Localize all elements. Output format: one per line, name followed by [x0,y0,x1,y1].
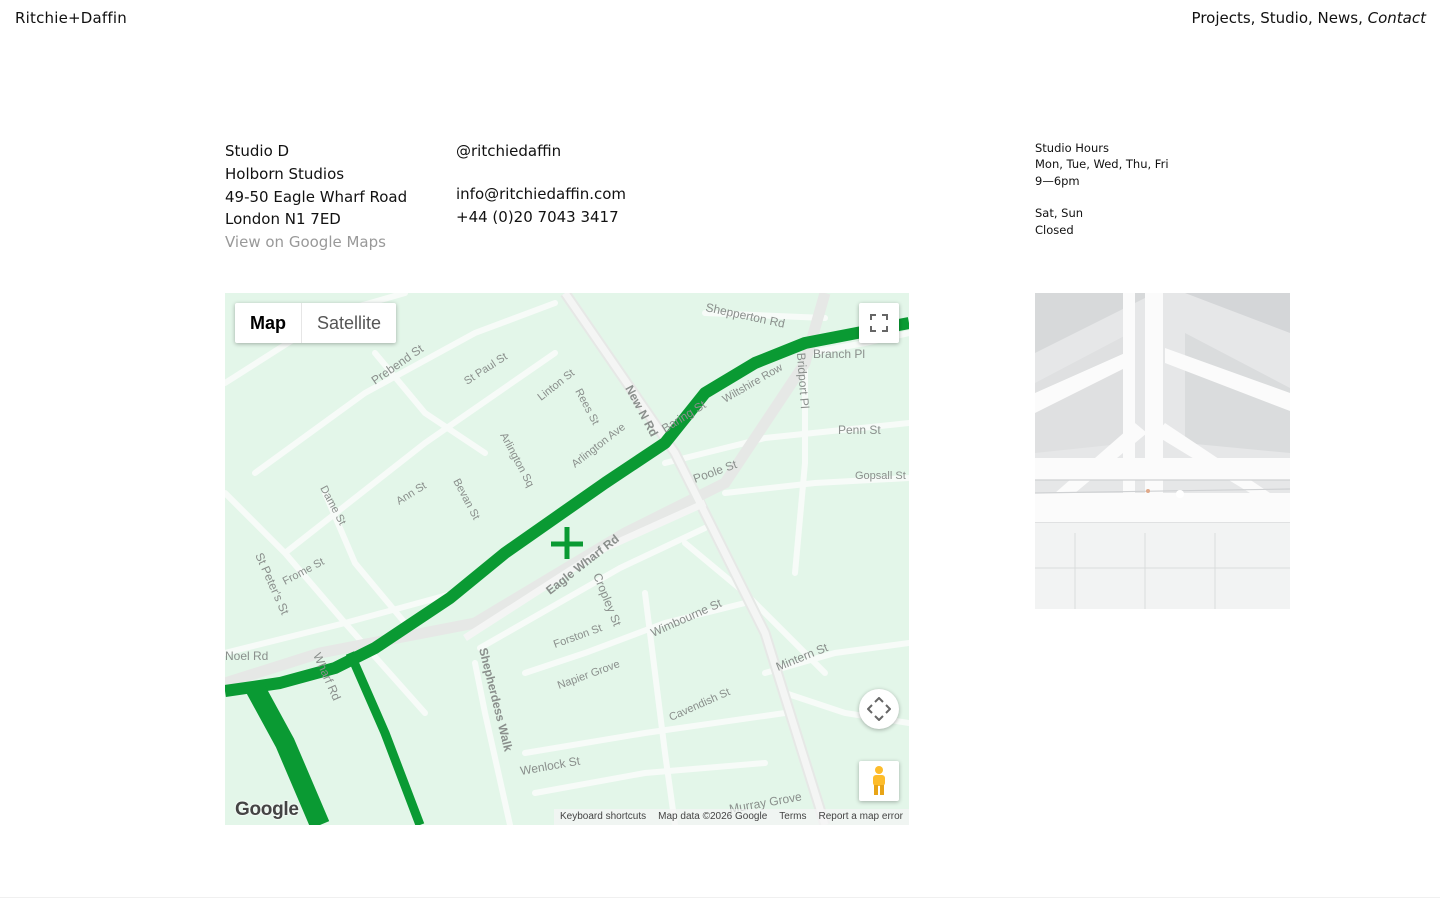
fullscreen-button[interactable] [859,303,899,343]
brand-logo[interactable]: Ritchie+Daffin [15,9,127,27]
street-label: Wimbourne St [649,596,725,640]
street-label: Cropley St [590,571,624,629]
map-attribution: Keyboard shortcuts Map data ©2026 Google… [553,809,909,825]
street-label: Gopsall St [855,470,906,482]
google-logo[interactable]: Google [235,799,299,821]
street-label: Branch Pl [813,347,865,361]
nav-projects[interactable]: Projects [1192,9,1251,27]
street-label: Linton St [535,367,577,403]
studio-address: Studio D Holborn Studios 49-50 Eagle Wha… [225,140,407,254]
address-line-3: 49-50 Eagle Wharf Road [225,187,408,206]
nav-contact[interactable]: Contact [1368,9,1426,27]
weekday-hours: 9—6pm [1035,173,1080,188]
street-label: Arlington Ave [569,421,627,470]
street-label: Shepperton Rd [704,300,786,330]
camera-pan-icon [867,697,891,721]
instagram-link[interactable]: @ritchiedaffin [456,140,626,163]
nav-studio[interactable]: Studio [1260,9,1308,27]
email-link[interactable]: info@ritchiedaffin.com [456,183,626,206]
street-label: Cavendish St [667,686,732,724]
street-label: Noel Rd [225,649,268,663]
weekend-hours: Closed [1035,222,1074,237]
camera-control-button[interactable] [859,689,899,729]
street-label: Baring St [659,397,709,435]
address-line-1: Studio D [225,142,290,160]
map-type-satellite-button[interactable]: Satellite [301,303,396,343]
nav-separator: , [1358,9,1368,27]
weekday-label: Mon, Tue, Wed, Thu, Fri [1035,157,1169,172]
street-label: New N Rd [622,383,661,439]
street-view-pegman-button[interactable] [859,761,899,801]
contact-details: @ritchiedaffin info@ritchiedaffin.com +4… [456,140,626,228]
street-label: St Paul St [462,351,510,388]
map-data-credit: Map data ©2026 Google [658,811,768,822]
map-type-control: Map Satellite [235,303,397,343]
street-label: Arlington Sq [497,431,536,490]
street-label: Ann St [394,480,428,508]
street-label: Penn St [838,423,881,437]
address-line-2: Holborn Studios [225,164,345,183]
map-tiles[interactable]: Shepperton Rd Branch Pl Bridport Pl Penn… [225,293,909,825]
street-label: Napier Grove [556,658,622,692]
roof-truss-image [1035,293,1290,609]
pegman-icon [873,766,885,795]
fullscreen-icon [870,314,888,332]
report-error-link[interactable]: Report a map error [813,809,909,825]
nav-news[interactable]: News [1318,9,1359,27]
studio-hours: Studio Hours Mon, Tue, Wed, Thu, Fri 9—6… [1035,140,1169,238]
address-line-4: London N1 7ED [225,210,341,229]
google-map[interactable]: Shepperton Rd Branch Pl Bridport Pl Penn… [225,293,909,825]
street-label: Wenlock St [519,754,582,778]
terms-link[interactable]: Terms [773,809,812,825]
street-label: Bevan St [450,477,482,522]
street-label: Rees St [572,387,601,427]
street-label: Bridport Pl [794,352,812,409]
studio-photo [1035,293,1290,609]
keyboard-shortcuts-link[interactable]: Keyboard shortcuts [554,809,652,825]
footer-divider [0,897,1440,898]
nav-separator: , [1308,9,1318,27]
nav-separator: , [1250,9,1261,27]
weekend-label: Sat, Sun [1035,206,1084,221]
hours-title: Studio Hours [1035,141,1109,155]
phone-link[interactable]: +44 (0)20 7043 3417 [456,206,626,229]
location-marker [551,527,583,559]
google-maps-link[interactable]: View on Google Maps [225,231,407,254]
main-nav: Projects, Studio, News, Contact [1192,9,1426,27]
map-type-map-button[interactable]: Map [235,303,301,343]
